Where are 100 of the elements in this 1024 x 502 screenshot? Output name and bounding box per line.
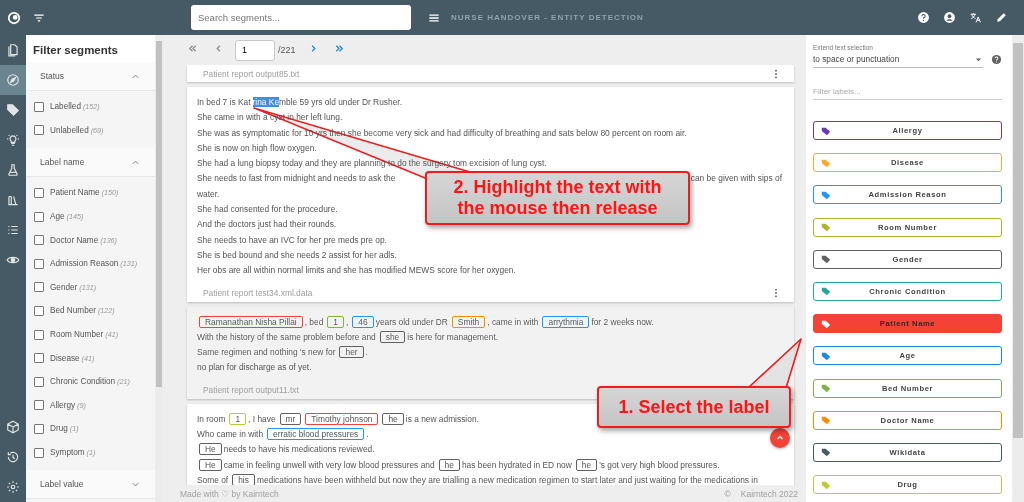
filter-label: Disease xyxy=(50,353,80,363)
entity-tag[interactable]: He xyxy=(199,443,222,456)
text-line: And the doctors just had their rounds. xyxy=(197,218,337,232)
entity-tag[interactable]: his xyxy=(232,473,255,485)
text-line: She is now on high flow oxygen. xyxy=(197,141,317,155)
file-name: Patient report output11.txt xyxy=(203,385,299,396)
settings-icon xyxy=(6,480,20,494)
filter-label: Room Number xyxy=(50,330,104,340)
history-icon xyxy=(6,450,20,464)
entity-tag[interactable]: her xyxy=(339,346,364,359)
tag-icon xyxy=(821,479,831,490)
text-span: is a new admission. xyxy=(405,413,479,424)
tag-icon xyxy=(821,383,831,393)
filter-label: Unlabelled xyxy=(50,125,89,135)
credit-text: Made with ♡ by Kairntech xyxy=(180,488,279,499)
text-line: water. xyxy=(197,187,220,201)
entity-tag[interactable]: he xyxy=(382,412,404,425)
filter-label: Patient Name xyxy=(50,188,100,198)
tag-icon xyxy=(821,189,831,200)
text-span: , xyxy=(346,316,349,327)
entity-tag[interactable]: He xyxy=(199,458,222,471)
filter-label: Doctor Name xyxy=(50,235,99,245)
more-options-icon[interactable] xyxy=(774,68,778,79)
search-field[interactable]: Search segments... xyxy=(191,5,411,30)
text-span: Same regimen and nothing 's new for xyxy=(197,347,336,358)
entity-tag[interactable]: Smith xyxy=(451,315,486,328)
translate-icon[interactable] xyxy=(969,11,982,24)
more-options-icon[interactable] xyxy=(774,288,778,299)
checkbox[interactable] xyxy=(34,101,44,112)
entity-tag[interactable]: arrythmia xyxy=(542,315,590,328)
section-toggle[interactable]: Label name xyxy=(26,148,155,178)
text-span: came in feeling unwell with very low blood pressures and xyxy=(223,459,435,470)
nav-button[interactable] xyxy=(0,65,26,95)
account-icon[interactable] xyxy=(943,11,956,24)
library-icon xyxy=(6,193,20,207)
help-icon[interactable] xyxy=(917,11,930,24)
checkbox[interactable] xyxy=(34,211,44,222)
callout: 1. Select the label xyxy=(597,386,791,428)
checkbox[interactable] xyxy=(34,423,44,434)
text-span: Some of xyxy=(197,474,229,485)
scrollbar[interactable] xyxy=(1012,35,1024,502)
text-span: for 2 weeks now. xyxy=(591,316,654,327)
scrollbar[interactable] xyxy=(155,35,163,502)
entity-tag[interactable]: Ramanathan Nisha Pillai xyxy=(199,315,303,328)
text-span: In bed 7 is Kat xyxy=(197,97,251,107)
entity-tag[interactable]: she xyxy=(379,330,406,343)
text-span: , bed xyxy=(304,316,324,327)
checkbox[interactable] xyxy=(34,400,44,411)
checkbox[interactable] xyxy=(34,305,44,316)
tag-icon xyxy=(821,222,831,233)
text-span: . xyxy=(365,347,368,358)
callout: 2. Highlight the text with the mouse then release xyxy=(425,171,690,225)
entity-tag[interactable]: 1 xyxy=(327,315,345,328)
filter-label: Age xyxy=(50,212,65,222)
tag-icon xyxy=(821,318,831,329)
pencil-icon[interactable] xyxy=(995,11,1008,24)
project-title: NURSE HANDOVER - ENTITY DETECTION xyxy=(451,13,644,22)
filter-label: Allergy xyxy=(50,400,76,410)
page-total: /221 xyxy=(278,45,296,55)
text-span: needs to have his medications reviewed. xyxy=(223,444,375,455)
section-toggle[interactable]: Status xyxy=(26,62,155,91)
entity-tag[interactable]: 1 xyxy=(229,412,247,425)
section-toggle[interactable]: Label value xyxy=(26,470,155,500)
segment-card[interactable] xyxy=(187,87,794,302)
tag-icon xyxy=(821,125,831,136)
text-span: Who came in with xyxy=(197,429,264,440)
checkbox[interactable] xyxy=(34,329,44,340)
checkbox[interactable] xyxy=(34,447,44,458)
tag-icon xyxy=(6,103,20,117)
entity-tag[interactable]: Timothy johnson xyxy=(305,412,379,425)
selection-dropdown[interactable]: to space or punctuation xyxy=(813,51,983,68)
checkbox[interactable] xyxy=(34,125,44,136)
file-name: Patient report test34.xml.data xyxy=(203,288,313,299)
page-field[interactable]: 1 xyxy=(235,39,275,61)
segment-card[interactable] xyxy=(187,306,794,399)
filter-label: Chronic Condition xyxy=(50,377,116,387)
text-span: is here for management. xyxy=(407,331,499,342)
text-span: 's got very high blood pressures. xyxy=(599,459,720,470)
list-icon xyxy=(6,223,20,237)
copyright-mark: © xyxy=(724,488,731,499)
entity-tag[interactable]: erratic blood pressures xyxy=(267,428,365,441)
checkbox[interactable] xyxy=(34,376,44,387)
entity-tag[interactable]: he xyxy=(438,458,460,471)
file-name: Patient report output85.txt xyxy=(203,68,300,79)
help-icon[interactable] xyxy=(991,54,1002,65)
checkbox[interactable] xyxy=(34,258,44,269)
filter-label: Gender xyxy=(50,282,78,292)
tag-icon xyxy=(821,157,831,168)
text-span: In room xyxy=(197,413,226,424)
entity-tag[interactable]: 46 xyxy=(352,315,374,328)
checkbox[interactable] xyxy=(34,235,44,246)
cube-icon xyxy=(6,420,20,434)
checkbox[interactable] xyxy=(34,188,44,198)
text-line: She had consented for the procedure. xyxy=(197,203,338,217)
checkbox[interactable] xyxy=(34,353,44,364)
entity-tag[interactable]: mr xyxy=(279,412,302,425)
entity-tag[interactable]: he xyxy=(575,458,598,471)
tag-icon xyxy=(821,447,831,458)
checkbox[interactable] xyxy=(34,282,44,293)
tag-icon xyxy=(821,415,831,426)
